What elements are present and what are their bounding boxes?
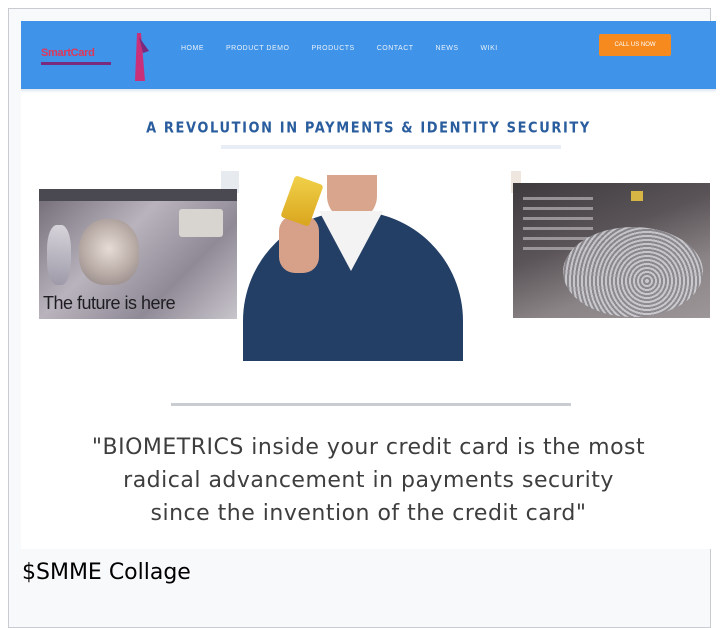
collage-panel-man <box>239 171 511 361</box>
nav-link-product-demo[interactable]: PRODUCT DEMO <box>226 45 289 52</box>
gallery-caption[interactable]: $SMME Collage <box>22 560 191 585</box>
quote-line: since the invention of the credit card" <box>150 501 587 526</box>
logo-figure-icon <box>135 33 149 81</box>
credit-card-icon <box>179 209 223 237</box>
site-logo[interactable]: SmartCard <box>35 31 153 81</box>
headline-subtitle-blur <box>221 145 561 149</box>
navbar-shadow <box>21 89 716 93</box>
quote-line: radical advancement in payments security <box>123 468 614 493</box>
nav-link-news[interactable]: NEWS <box>436 45 459 52</box>
logo-underline <box>41 62 111 65</box>
hand-image <box>279 215 319 273</box>
collage-panel-child: The future is here <box>39 189 237 319</box>
collage-fine-print <box>171 403 571 406</box>
page-headline: A REVOLUTION IN PAYMENTS & IDENTITY SECU… <box>146 119 591 138</box>
nav-link-home[interactable]: HOME <box>181 45 204 52</box>
collage-thumbnail[interactable]: SmartCard HOME PRODUCT DEMO PRODUCTS CON… <box>21 21 716 549</box>
site-navbar: SmartCard HOME PRODUCT DEMO PRODUCTS CON… <box>21 21 716 89</box>
gallery-item[interactable]: SmartCard HOME PRODUCT DEMO PRODUCTS CON… <box>8 8 716 628</box>
chip-icon <box>631 191 643 201</box>
nav-link-contact[interactable]: CONTACT <box>377 45 414 52</box>
call-us-button[interactable]: CALL US NOW <box>599 34 671 56</box>
future-caption: The future is here <box>43 293 176 313</box>
logo-text: SmartCard <box>41 47 95 59</box>
nav-link-products[interactable]: PRODUCTS <box>311 45 354 52</box>
nav-link-wiki[interactable]: WIKI <box>481 45 498 52</box>
panel-top-strip <box>39 189 237 201</box>
collage-panel-fingerprint <box>513 183 710 318</box>
fingerprint-icon <box>563 227 703 317</box>
quote-line: "BIOMETRICS inside your credit card is t… <box>91 435 646 460</box>
child-face-image <box>79 219 139 285</box>
nav-links: HOME PRODUCT DEMO PRODUCTS CONTACT NEWS … <box>181 45 498 52</box>
biometrics-quote: "BIOMETRICS inside your credit card is t… <box>21 431 716 530</box>
hand-icon <box>47 225 71 285</box>
